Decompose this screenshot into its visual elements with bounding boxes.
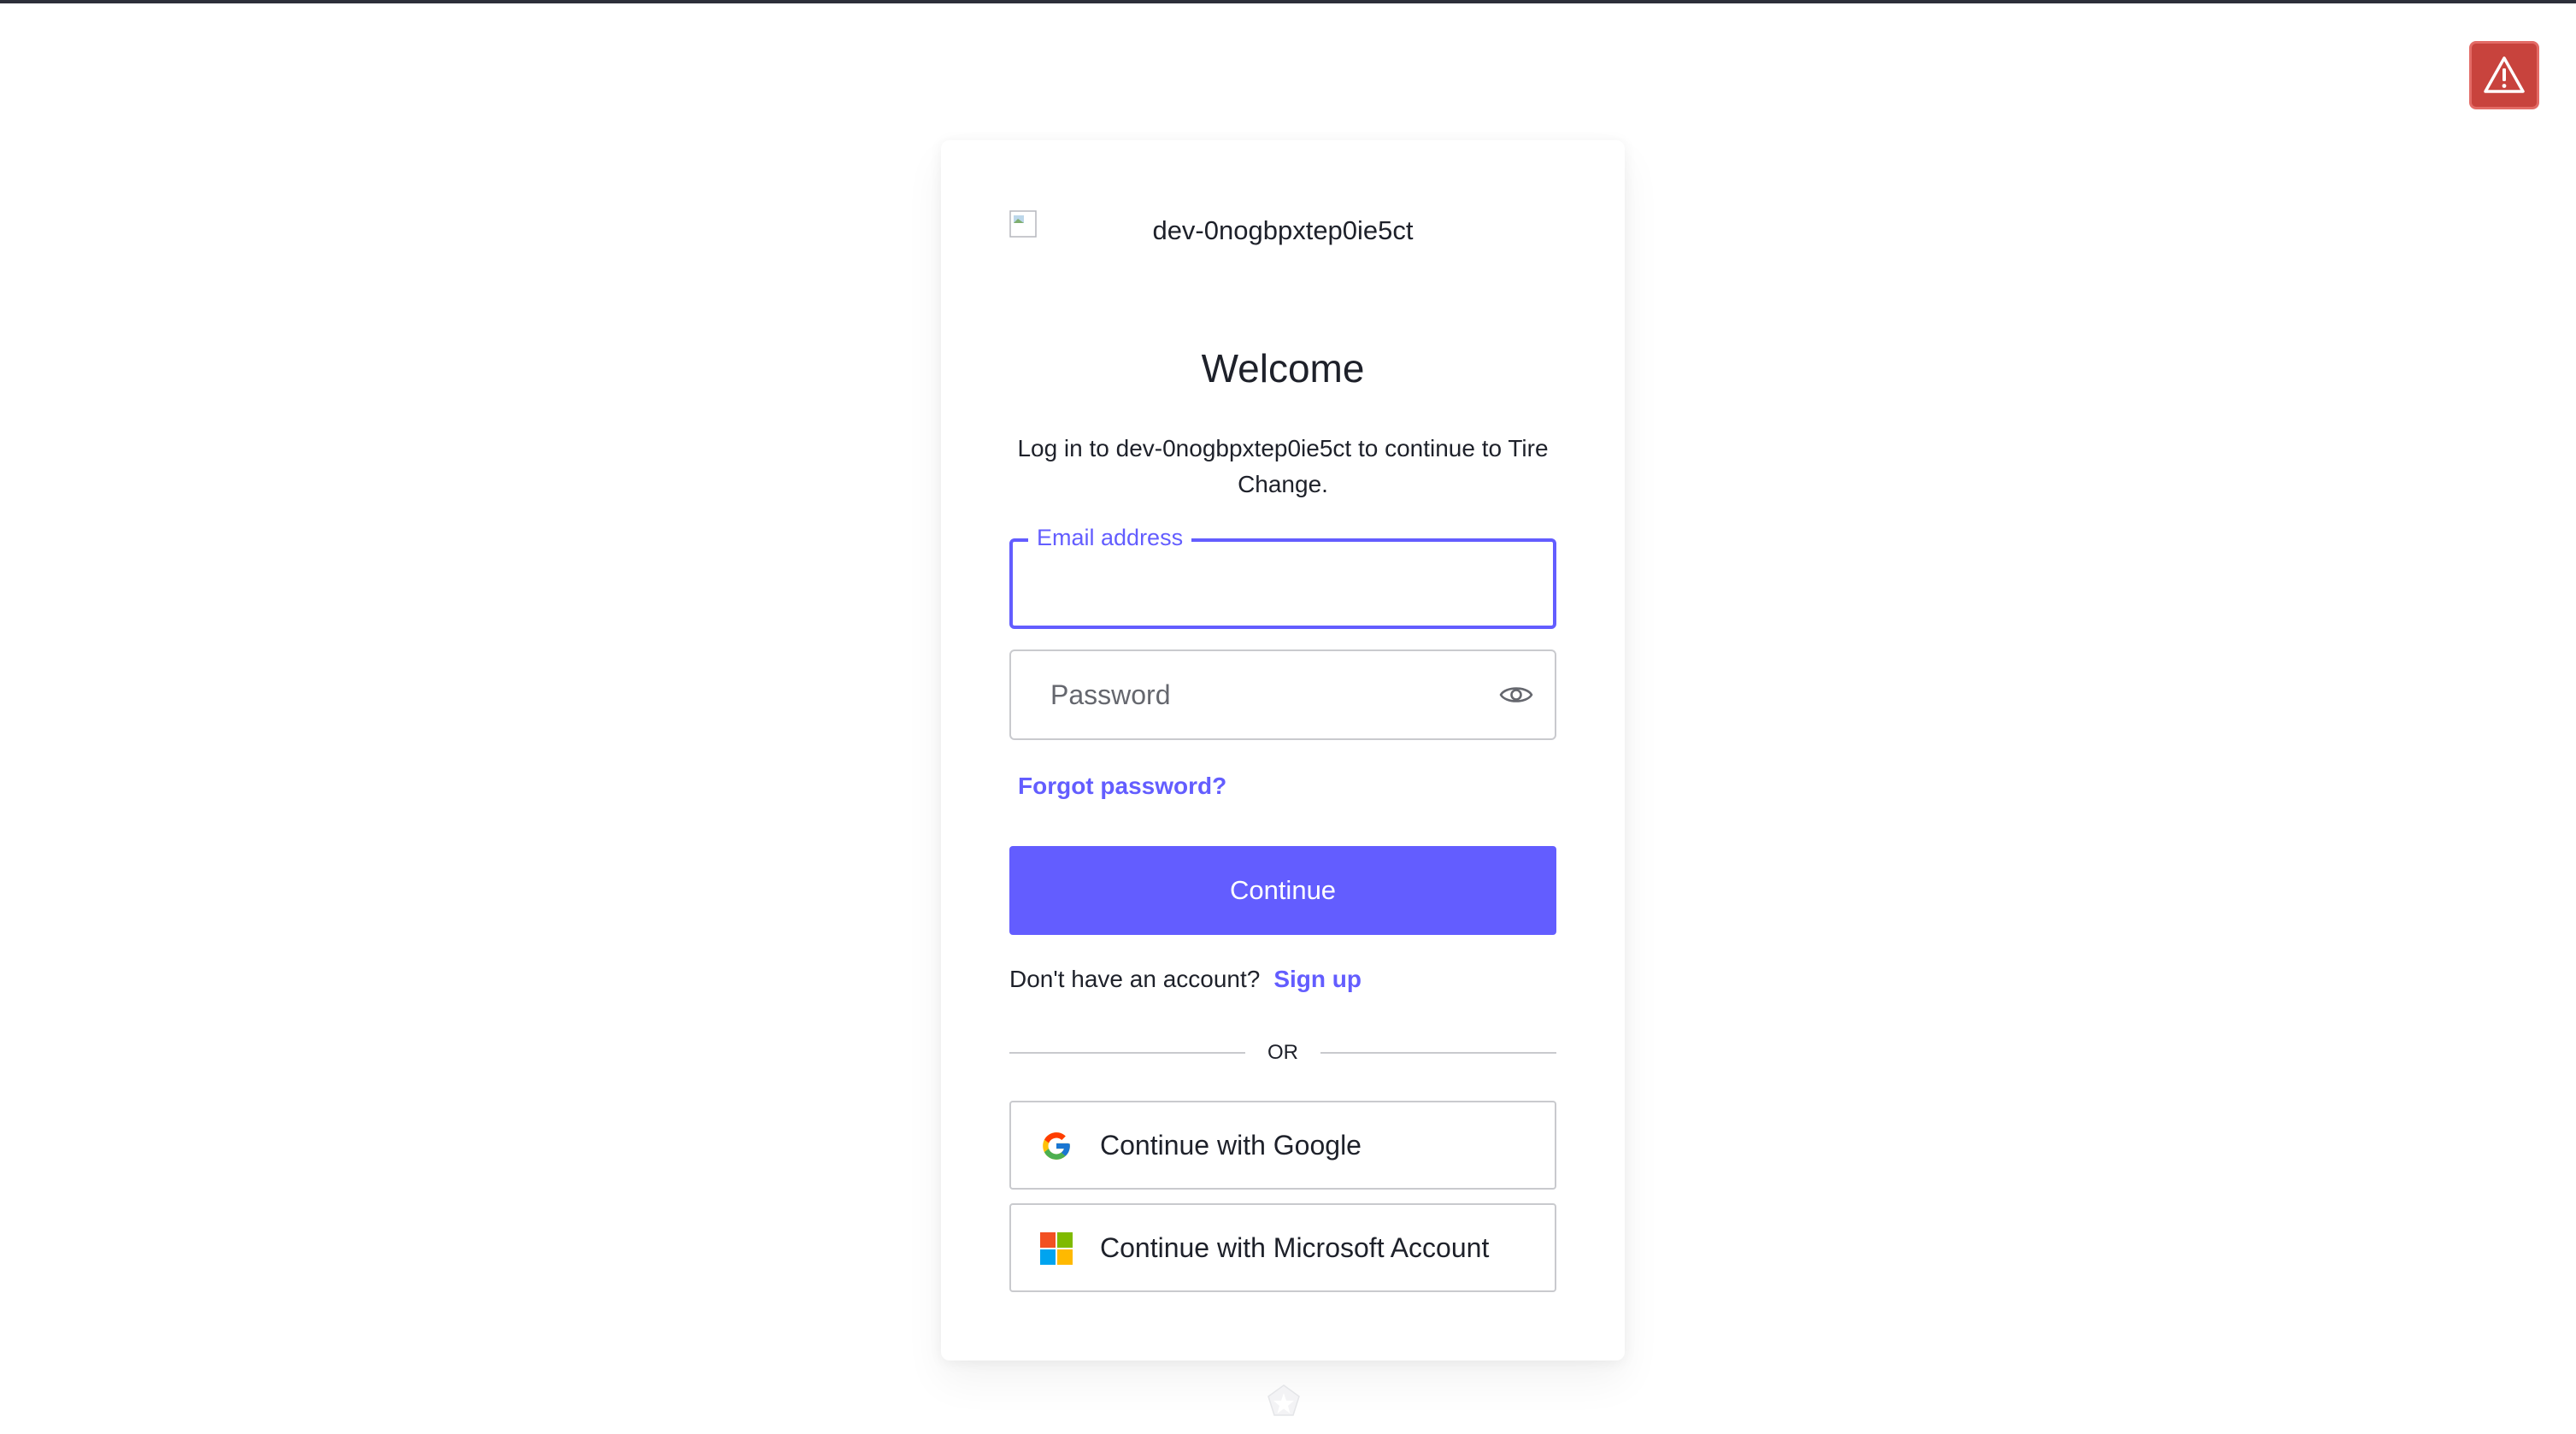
microsoft-icon	[1040, 1232, 1073, 1265]
alert-button[interactable]	[2469, 41, 2539, 109]
password-input[interactable]	[1011, 651, 1555, 738]
divider-line-right	[1320, 1052, 1556, 1054]
or-divider: OR	[1009, 1037, 1556, 1068]
continue-button[interactable]: Continue	[1009, 846, 1556, 935]
signup-row: Don't have an account? Sign up	[1009, 966, 1362, 993]
email-input[interactable]	[1013, 542, 1553, 626]
eye-icon	[1499, 687, 1533, 702]
google-icon	[1043, 1132, 1070, 1160]
email-field: Email address	[1009, 523, 1556, 629]
microsoft-login-label: Continue with Microsoft Account	[1100, 1232, 1490, 1263]
show-password-button[interactable]	[1495, 673, 1538, 716]
google-login-button[interactable]: Continue with Google	[1009, 1101, 1556, 1190]
signup-link[interactable]: Sign up	[1273, 966, 1362, 992]
signup-prompt: Don't have an account?	[1009, 966, 1261, 992]
forgot-password-link[interactable]: Forgot password?	[1018, 773, 1226, 800]
warning-triangle-icon	[2484, 56, 2525, 93]
microsoft-login-button[interactable]: Continue with Microsoft Account	[1009, 1203, 1556, 1292]
star-badge-icon	[1267, 1384, 1300, 1416]
logo-alt-text: dev-0nogbpxtep0ie5ct	[1152, 215, 1414, 245]
google-login-label: Continue with Google	[1100, 1130, 1362, 1161]
password-field	[1009, 649, 1556, 740]
page-title: Welcome	[1201, 346, 1365, 391]
top-border	[0, 0, 2576, 3]
login-card: dev-0nogbpxtep0ie5ct Welcome Log in to d…	[941, 140, 1625, 1361]
page-subtitle: Log in to dev-0nogbpxtep0ie5ct to contin…	[1017, 435, 1549, 497]
tenant-logo: dev-0nogbpxtep0ie5ct	[1009, 209, 1556, 260]
